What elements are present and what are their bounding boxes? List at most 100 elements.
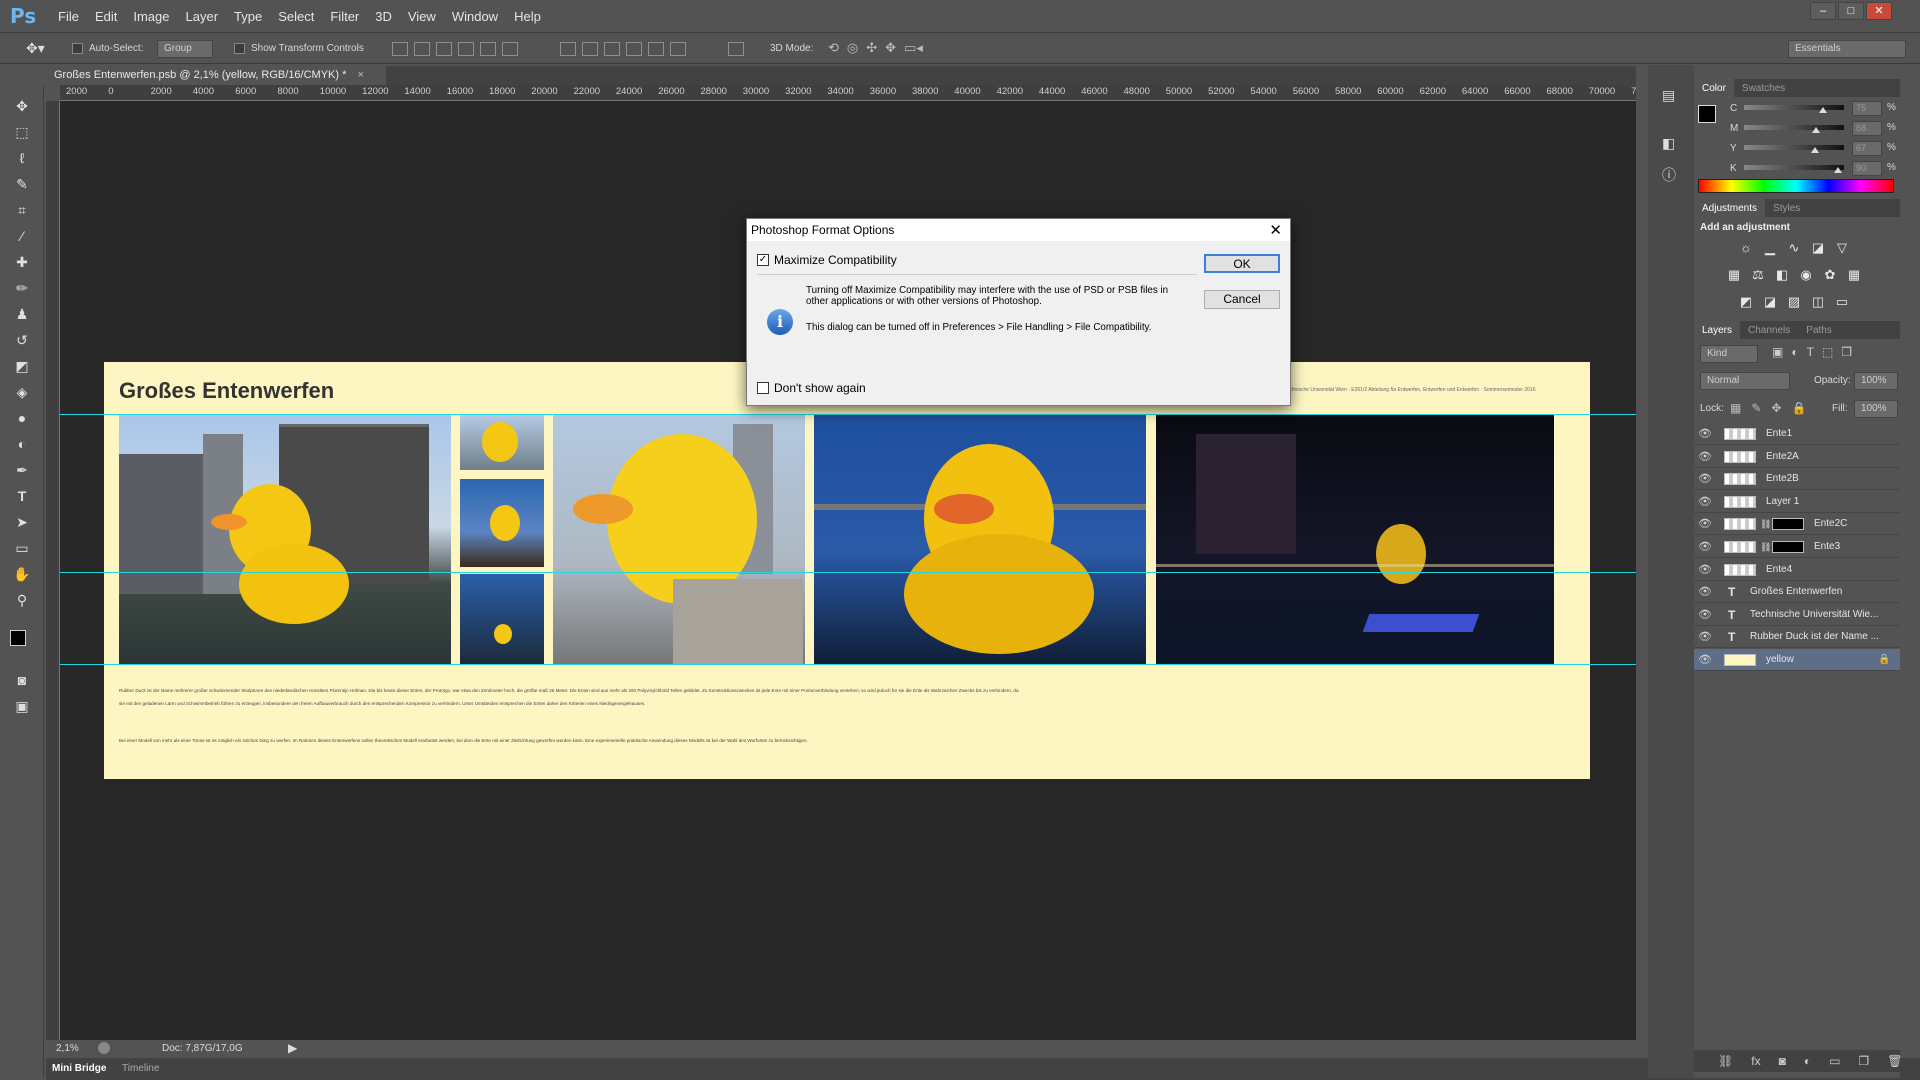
layer-row[interactable]: 👁 T Rubber Duck ist der Name ...	[1694, 626, 1900, 649]
maximize-compatibility-row[interactable]: ✓ Maximize Compatibility	[757, 253, 897, 267]
healing-tool-icon[interactable]: ✚	[10, 252, 34, 272]
status-menu-arrow-icon[interactable]: ▶	[288, 1041, 297, 1055]
delete-layer-icon[interactable]: 🗑	[1887, 1054, 1902, 1068]
tab-color[interactable]: Color	[1694, 79, 1734, 97]
photo-filter-icon[interactable]: ◉	[1798, 268, 1814, 282]
layer-row[interactable]: 👁 ⛓ Ente3	[1694, 536, 1900, 558]
mask-link-icon[interactable]: ⛓	[1760, 536, 1771, 558]
tab-swatches[interactable]: Swatches	[1734, 79, 1793, 94]
channel-slider-thumb[interactable]	[1812, 127, 1820, 133]
close-window-button[interactable]: ✕	[1866, 2, 1892, 20]
channel-slider[interactable]	[1744, 105, 1844, 110]
link-layers-icon[interactable]: ⛓	[1718, 1054, 1733, 1068]
history-panel-icon[interactable]: ▤	[1662, 87, 1675, 104]
menu-image[interactable]: Image	[125, 9, 177, 24]
menu-3d[interactable]: 3D	[367, 9, 400, 24]
3d-slide-icon[interactable]: ✥	[885, 40, 896, 56]
info-panel-icon[interactable]: ⓘ	[1662, 165, 1676, 185]
maximize-button[interactable]: □	[1838, 2, 1864, 20]
curves-icon[interactable]: ∿	[1786, 241, 1802, 255]
tab-paths[interactable]: Paths	[1798, 321, 1840, 336]
eraser-tool-icon[interactable]: ◩	[10, 356, 34, 376]
menu-layer[interactable]: Layer	[178, 9, 227, 24]
brush-tool-icon[interactable]: ✏	[10, 278, 34, 298]
selective-color-icon[interactable]: ◫	[1810, 295, 1826, 309]
visibility-eye-icon[interactable]: 👁	[1698, 468, 1712, 490]
new-adjustment-icon[interactable]: ◐	[1804, 1054, 1811, 1068]
3d-roll-icon[interactable]: ◎	[847, 40, 858, 56]
bucket-tool-icon[interactable]: ◈	[10, 382, 34, 402]
visibility-eye-icon[interactable]: 👁	[1698, 513, 1712, 535]
3d-drag-icon[interactable]: ✣	[866, 40, 877, 56]
minimize-button[interactable]: –	[1810, 2, 1836, 20]
vibrance-icon[interactable]: ▽	[1834, 241, 1850, 255]
zoom-tool-icon[interactable]: ⚲	[10, 590, 34, 610]
fill-input[interactable]: 100%	[1854, 400, 1898, 418]
menu-edit[interactable]: Edit	[87, 9, 125, 24]
mask-link-icon[interactable]: ⛓	[1760, 513, 1771, 535]
layer-mask-thumbnail[interactable]	[1772, 541, 1804, 553]
brightness-icon[interactable]: ☼	[1738, 241, 1754, 255]
distribute-right-icon[interactable]	[670, 42, 686, 56]
layer-row[interactable]: 👁 Layer 1	[1694, 491, 1900, 513]
layer-row[interactable]: 👁 T Technische Universität Wie...	[1694, 604, 1900, 626]
move-tool-icon[interactable]: ✥	[10, 96, 34, 116]
lock-pixels-icon[interactable]: ✎	[1751, 401, 1761, 415]
color-fg-swatch[interactable]	[1698, 105, 1716, 123]
channel-mixer-icon[interactable]: ✿	[1822, 268, 1838, 282]
visibility-eye-icon[interactable]: 👁	[1698, 604, 1712, 626]
properties-panel-icon[interactable]: ◧	[1662, 135, 1675, 152]
screen-mode-icon[interactable]: ▣	[10, 696, 34, 716]
threshold-icon[interactable]: ▨	[1786, 295, 1802, 309]
auto-align-icon[interactable]	[728, 42, 744, 59]
menu-select[interactable]: Select	[270, 9, 322, 24]
layer-row[interactable]: 👁 ⛓ Ente2C	[1694, 513, 1900, 536]
new-group-icon[interactable]: ▭	[1829, 1054, 1840, 1068]
menu-help[interactable]: Help	[506, 9, 549, 24]
lock-transparent-icon[interactable]: ▦	[1730, 401, 1741, 415]
mini-bridge-tab[interactable]: Mini Bridge	[52, 1063, 106, 1074]
blur-tool-icon[interactable]: ●	[10, 408, 34, 428]
opacity-input[interactable]: 100%	[1854, 372, 1898, 390]
visibility-eye-icon[interactable]: 👁	[1698, 446, 1712, 468]
channel-slider[interactable]	[1744, 125, 1844, 130]
timeline-tab[interactable]: Timeline	[122, 1063, 159, 1074]
layer-kind-filter[interactable]: Kind	[1700, 345, 1758, 363]
channel-value-input[interactable]: 68	[1852, 121, 1882, 136]
distribute-bottom-icon[interactable]	[604, 42, 620, 56]
channel-slider-thumb[interactable]	[1819, 107, 1827, 113]
gradient-map-icon[interactable]: ▭	[1834, 295, 1850, 309]
menu-window[interactable]: Window	[444, 9, 506, 24]
align-vcenter-icon[interactable]	[414, 42, 430, 56]
posterize-icon[interactable]: ◪	[1762, 295, 1778, 309]
invert-icon[interactable]: ◩	[1738, 295, 1754, 309]
channel-value-input[interactable]: 67	[1852, 141, 1882, 156]
layer-row[interactable]: 👁 Ente2B	[1694, 468, 1900, 491]
layer-row[interactable]: 👁 T Großes Entenwerfen	[1694, 581, 1900, 604]
lasso-tool-icon[interactable]: ℓ	[10, 148, 34, 168]
eyedropper-tool-icon[interactable]: ⁄	[10, 226, 34, 246]
foreground-color-swatch[interactable]	[10, 630, 26, 646]
blend-mode-dropdown[interactable]: Normal	[1700, 372, 1790, 390]
visibility-eye-icon[interactable]: 👁	[1698, 491, 1712, 513]
align-left-icon[interactable]	[458, 42, 474, 56]
history-brush-icon[interactable]: ↺	[10, 330, 34, 350]
dialog-close-icon[interactable]: ✕	[1269, 221, 1282, 239]
channel-slider-thumb[interactable]	[1811, 147, 1819, 153]
visibility-eye-icon[interactable]: 👁	[1698, 559, 1712, 581]
filter-adjust-icon[interactable]: ◐	[1791, 345, 1798, 359]
visibility-eye-icon[interactable]: 👁	[1698, 581, 1712, 603]
hue-sat-icon[interactable]: ▦	[1726, 268, 1742, 282]
close-tab-icon[interactable]: ×	[357, 69, 363, 81]
guide-line[interactable]	[60, 414, 1636, 415]
distribute-hcenter-icon[interactable]	[648, 42, 664, 56]
add-mask-icon[interactable]: ◙	[1779, 1054, 1786, 1068]
color-lookup-icon[interactable]: ▦	[1846, 268, 1862, 282]
shape-tool-icon[interactable]: ▭	[10, 538, 34, 558]
dont-show-row[interactable]: Don't show again	[757, 381, 866, 395]
align-top-icon[interactable]	[392, 42, 408, 56]
workspace-dropdown[interactable]: Essentials	[1788, 40, 1906, 58]
menu-file[interactable]: File	[50, 9, 87, 24]
align-bottom-icon[interactable]	[436, 42, 452, 56]
tab-styles[interactable]: Styles	[1765, 199, 1808, 214]
